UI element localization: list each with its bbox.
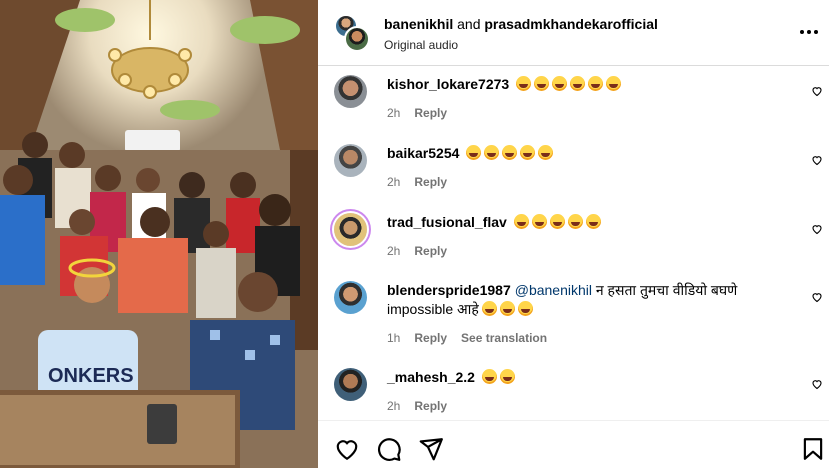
emoji-group <box>463 145 554 161</box>
video-frame: ONKERS <box>0 0 318 468</box>
share-icon[interactable] <box>418 436 444 462</box>
connector-text: and <box>457 16 481 32</box>
collab-avatars[interactable] <box>334 14 372 52</box>
laughing-emoji <box>481 301 497 316</box>
comment-username[interactable]: baikar5254 <box>387 145 459 161</box>
emoji-group <box>513 76 622 92</box>
avatar[interactable] <box>334 144 367 177</box>
laughing-emoji <box>499 301 515 316</box>
laughing-emoji <box>531 214 547 229</box>
emoji-group <box>511 214 601 230</box>
laughing-emoji <box>520 145 536 160</box>
avatar[interactable] <box>334 75 367 108</box>
comment-time: 2h <box>387 106 401 120</box>
laughing-emoji <box>552 76 568 91</box>
like-icon[interactable] <box>334 436 360 462</box>
laughing-emoji <box>588 76 604 91</box>
shirt-text: ONKERS <box>48 365 134 387</box>
post-header: banenikhil and prasadmkhandekarofficial … <box>318 0 829 66</box>
comment-username[interactable]: _mahesh_2.2 <box>387 369 475 385</box>
laughing-emoji <box>513 214 529 229</box>
post-panel: banenikhil and prasadmkhandekarofficial … <box>318 0 829 468</box>
heart-icon[interactable] <box>811 378 823 390</box>
emoji-group <box>479 301 533 317</box>
see-translation-button[interactable]: See translation <box>461 331 547 345</box>
laughing-emoji <box>570 76 586 91</box>
laughing-emoji <box>499 369 515 384</box>
comment-time: 2h <box>387 399 401 413</box>
comment-username[interactable]: blenderspride1987 <box>387 282 511 298</box>
comments-list[interactable]: kishor_lokare7273 2h Reply baikar5254 2h R… <box>318 67 829 416</box>
laughing-emoji <box>567 214 583 229</box>
heart-icon[interactable] <box>811 85 823 97</box>
laughing-emoji <box>484 145 500 160</box>
laughing-emoji <box>481 369 497 384</box>
comment-time: 1h <box>387 331 401 345</box>
reply-button[interactable]: Reply <box>414 175 447 189</box>
heart-icon[interactable] <box>811 223 823 235</box>
collaborator-username[interactable]: prasadmkhandekarofficial <box>484 16 658 32</box>
avatar[interactable] <box>334 281 367 314</box>
comment-time: 2h <box>387 175 401 189</box>
laughing-emoji <box>466 145 482 160</box>
avatar[interactable] <box>334 368 367 401</box>
heart-icon[interactable] <box>811 154 823 166</box>
comment-username[interactable]: kishor_lokare7273 <box>387 76 509 92</box>
emoji-group <box>479 369 515 385</box>
save-icon[interactable] <box>800 436 826 462</box>
video-player[interactable]: ONKERS <box>0 0 318 468</box>
laughing-emoji <box>538 145 554 160</box>
author-username[interactable]: banenikhil <box>384 16 453 32</box>
reply-button[interactable]: Reply <box>414 244 447 258</box>
heart-icon[interactable] <box>811 291 823 303</box>
mention-link[interactable]: @banenikhil <box>515 282 592 298</box>
avatar[interactable] <box>334 213 367 246</box>
audio-label[interactable]: Original audio <box>384 38 658 52</box>
laughing-emoji <box>517 301 533 316</box>
laughing-emoji <box>549 214 565 229</box>
more-icon[interactable] <box>799 22 819 42</box>
reply-button[interactable]: Reply <box>414 399 447 413</box>
laughing-emoji <box>502 145 518 160</box>
reply-button[interactable]: Reply <box>414 331 447 345</box>
comment-username[interactable]: trad_fusional_flav <box>387 214 507 230</box>
laughing-emoji <box>516 76 532 91</box>
post-actions-bar <box>318 420 829 468</box>
laughing-emoji <box>534 76 550 91</box>
reply-button[interactable]: Reply <box>414 106 447 120</box>
avatar <box>344 26 370 52</box>
laughing-emoji <box>585 214 601 229</box>
comment-icon[interactable] <box>376 436 402 462</box>
laughing-emoji <box>606 76 622 91</box>
comment-time: 2h <box>387 244 401 258</box>
